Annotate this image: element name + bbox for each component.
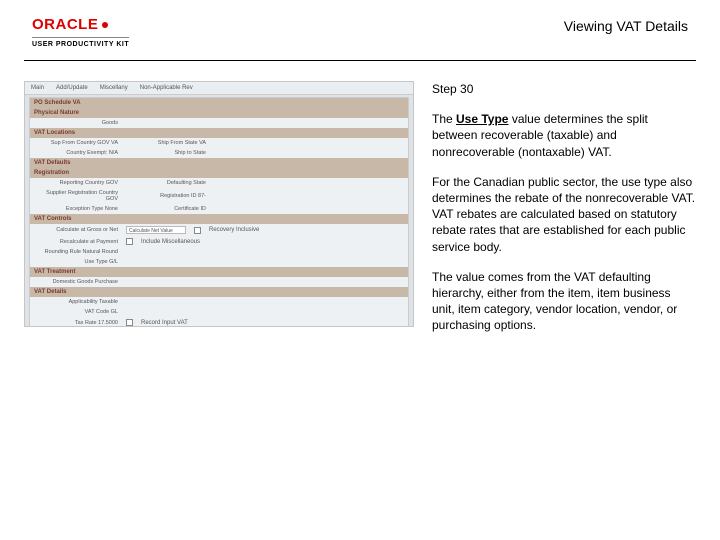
brand-name: ORACLE xyxy=(32,16,98,33)
header-divider xyxy=(24,60,696,61)
ss-section: Registration xyxy=(30,168,408,178)
p1-prefix: The xyxy=(432,112,456,126)
ss-field-value: Calculate Net Value xyxy=(126,226,186,234)
ss-section: VAT Details xyxy=(30,287,408,297)
ss-field-label: Goods xyxy=(38,120,118,126)
p1-key-term: Use Type xyxy=(456,112,508,126)
ss-field-label: Record Input VAT xyxy=(141,320,188,326)
brand-block: ORACLE USER PRODUCTIVITY KIT xyxy=(32,16,129,48)
ss-field-label: Tax Rate 17.5000 xyxy=(38,320,118,326)
ss-tab: Add/Update xyxy=(56,85,88,91)
instruction-text: Step 30 The Use Type value determines th… xyxy=(432,81,696,347)
brand-dot-icon xyxy=(102,22,108,28)
ss-field-label: Recovery Inclusive xyxy=(209,227,259,233)
ss-field-label: Sup From Country GOV VA xyxy=(38,140,118,146)
ss-field-label: Supplier Registration Country GOV xyxy=(38,190,118,202)
ss-field-label: Exception Type None xyxy=(38,206,118,212)
ss-field-label: Ship From State VA xyxy=(126,140,206,146)
ss-field-label: Defaulting State xyxy=(126,180,206,186)
brand-subtitle: USER PRODUCTIVITY KIT xyxy=(32,37,129,48)
checkbox-icon xyxy=(126,319,133,326)
ss-field-label: Ship to State xyxy=(126,150,206,156)
ss-tab: Miscellany xyxy=(100,85,128,91)
ss-tab: Non-Applicable Rev xyxy=(140,85,193,91)
ss-field-label: Reporting Country GOV xyxy=(38,180,118,186)
paragraph-2: For the Canadian public sector, the use … xyxy=(432,174,696,255)
ss-field-label: Applicability Taxable xyxy=(38,299,118,305)
ss-section: VAT Locations xyxy=(30,128,408,138)
ss-field-label: Recalculate at Payment xyxy=(38,239,118,245)
ss-field-label: Rounding Rule Natural Round xyxy=(38,249,118,255)
embedded-screenshot: Main Add/Update Miscellany Non-Applicabl… xyxy=(24,81,414,327)
ss-field-label: Registration ID 87- xyxy=(126,193,206,199)
ss-section: VAT Defaults xyxy=(30,158,408,168)
oracle-logo: ORACLE xyxy=(32,16,129,33)
ss-section: PO Schedule VA xyxy=(30,98,408,108)
ss-field-label: Certificate ID xyxy=(126,206,206,212)
ss-section: VAT Treatment xyxy=(30,267,408,277)
paragraph-3: The value comes from the VAT defaulting … xyxy=(432,269,696,334)
page-title: Viewing VAT Details xyxy=(564,18,688,34)
step-label: Step 30 xyxy=(432,81,696,97)
ss-field-label: Calculate at Gross or Net xyxy=(38,227,118,233)
ss-field-label: VAT Code GL xyxy=(38,309,118,315)
ss-section: Physical Nature xyxy=(30,108,408,118)
paragraph-1: The Use Type value determines the split … xyxy=(432,111,696,160)
ss-tab: Main xyxy=(31,85,44,91)
ss-field-label: Include Miscellaneous xyxy=(141,239,200,245)
ss-section: VAT Controls xyxy=(30,214,408,224)
ss-field-label: Country Exempt: N/A xyxy=(38,150,118,156)
ss-field-label: Use Type G/L xyxy=(38,259,118,265)
checkbox-icon xyxy=(126,238,133,245)
checkbox-icon xyxy=(194,227,201,234)
ss-field-label: Domestic Goods Purchase xyxy=(38,279,118,285)
